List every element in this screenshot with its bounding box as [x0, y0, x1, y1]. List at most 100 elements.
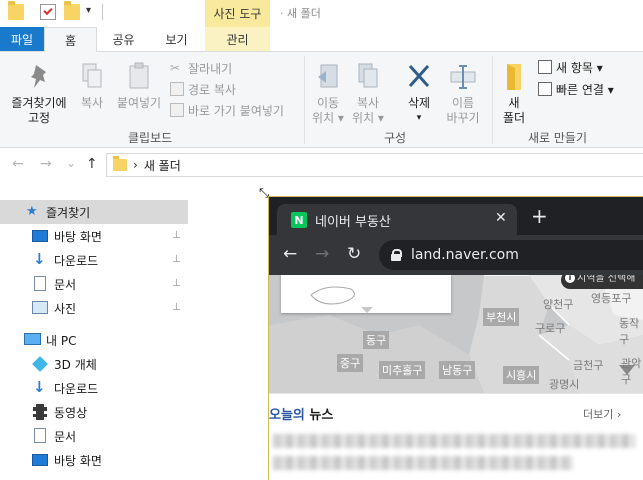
new-folder-button[interactable]: 새 폴더 [498, 62, 530, 126]
move-to-icon [318, 64, 338, 88]
rename-label-1: 이름 [451, 96, 475, 110]
pin-to-quick-access-button[interactable]: 즐겨찾기에 고정 [4, 62, 74, 126]
back-button[interactable]: ← [12, 156, 24, 172]
delete-label: 삭제 [407, 96, 431, 110]
address-bar[interactable]: › 새 폴더 [106, 153, 643, 177]
quick-access-dropdown[interactable]: ▾ [86, 5, 91, 16]
region-map[interactable]: 지역을 선택해 부천시 양천구 영등포구 구로구 동작구 동구 중구 미추홀구 … [269, 275, 643, 393]
omnibox[interactable]: land.naver.com [379, 240, 643, 270]
paste-button[interactable]: 붙여넣기 [112, 62, 166, 111]
map-label[interactable]: 부천시 [483, 308, 520, 326]
tab-file[interactable]: 파일 [0, 27, 44, 51]
map-label[interactable]: 금천구 [573, 357, 603, 373]
new-folder-quick-icon[interactable] [64, 1, 80, 20]
news-title-rest: 뉴스 [304, 408, 334, 423]
new-folder-label-2: 폴더 [502, 111, 526, 125]
tab-view[interactable]: 보기 [150, 27, 203, 51]
sidebar-item-downloads-pc[interactable]: ↓ 다운로드 [0, 376, 188, 400]
news-section: 오늘의 뉴스 더보기 › [269, 393, 643, 480]
copy-button[interactable]: 복사 [74, 62, 110, 111]
paste-shortcut-button[interactable]: 바로 가기 붙여넣기 [170, 101, 284, 119]
tab-home[interactable]: 홈 [44, 27, 97, 52]
pin-icon[interactable]: ⊥ [172, 302, 181, 313]
lock-icon[interactable] [391, 249, 402, 261]
easy-access-label: 빠른 연결 ▾ [556, 82, 614, 97]
chrome-tab-strip: N 네이버 부동산 ✕ + [269, 197, 643, 235]
new-group-label: 새로 만들기 [528, 131, 588, 145]
map-label[interactable]: 미추홀구 [379, 361, 426, 379]
sidebar-item-label: 동영상 [54, 405, 88, 420]
sidebar-item-documents-pc[interactable]: 문서 [0, 424, 188, 448]
sidebar-item-quick-access[interactable]: ★ 즐겨찾기 [0, 200, 188, 224]
delete-arrow: ▾ [416, 113, 422, 123]
map-label[interactable]: 시흥시 [503, 366, 540, 384]
map-label[interactable]: 양천구 [543, 296, 573, 312]
map-label[interactable]: 동구 [363, 331, 390, 349]
tab-manage[interactable]: 관리 [205, 27, 270, 51]
news-title: 오늘의 뉴스 [269, 404, 333, 423]
divider [304, 56, 305, 144]
sidebar-item-desktop[interactable]: 바탕 화면 ⊥ [0, 224, 188, 248]
easy-access-icon [538, 82, 552, 96]
scissors-icon: ✂ [170, 61, 181, 75]
copy-to-button[interactable]: 복사 위치 ▾ [348, 62, 388, 126]
forward-button[interactable]: → [40, 156, 52, 172]
chrome-forward-button[interactable]: → [315, 244, 329, 264]
sidebar-item-videos[interactable]: 동영상 [0, 400, 188, 424]
map-label[interactable]: 관악구 [621, 355, 643, 387]
sidebar-item-this-pc[interactable]: 내 PC [0, 328, 188, 352]
document-icon [34, 276, 46, 291]
tab-share[interactable]: 공유 [97, 27, 150, 51]
map-label[interactable]: 영등포구 [591, 290, 631, 306]
sidebar-item-downloads[interactable]: ↓ 다운로드 ⊥ [0, 248, 188, 272]
chrome-reload-button[interactable]: ↻ [347, 244, 361, 264]
copy-to-label-1: 복사 [356, 96, 380, 110]
address-separator[interactable]: › [133, 158, 138, 172]
chrome-back-button[interactable]: ← [283, 244, 297, 264]
address-path[interactable]: 새 폴더 [144, 157, 181, 174]
sidebar-item-documents[interactable]: 문서 ⊥ [0, 272, 188, 296]
sidebar-item-3d-objects[interactable]: 3D 개체 [0, 352, 188, 376]
map-label[interactable]: 남동구 [439, 361, 476, 379]
map-label[interactable]: 중구 [337, 354, 364, 372]
pin-icon [31, 65, 46, 88]
chrome-tab[interactable]: N 네이버 부동산 ✕ [277, 204, 517, 235]
new-tab-button[interactable]: + [531, 206, 548, 226]
rename-label-2: 바꾸기 [446, 111, 480, 125]
map-card [281, 275, 451, 313]
cube-icon [32, 356, 48, 372]
pin-icon[interactable]: ⊥ [172, 230, 181, 241]
delete-button[interactable]: 삭제 ▾ [398, 62, 440, 126]
map-label[interactable]: 광명시 [549, 376, 579, 392]
sidebar-item-pictures[interactable]: 사진 ⊥ [0, 296, 188, 320]
copy-label: 복사 [80, 96, 104, 110]
omnibox-url[interactable]: land.naver.com [411, 247, 519, 263]
map-label[interactable]: 구로구 [535, 320, 565, 336]
news-more-link[interactable]: 더보기 › [583, 406, 621, 422]
copy-path-button[interactable]: 경로 복사 [170, 80, 236, 98]
navigation-pane: ★ 즐겨찾기 바탕 화면 ⊥ ↓ 다운로드 ⊥ 문서 ⊥ 사진 ⊥ 내 PC 3… [0, 195, 188, 480]
pin-icon[interactable]: ⊥ [172, 278, 181, 289]
cut-button[interactable]: ✂ 잘라내기 [170, 59, 232, 77]
properties-icon[interactable] [40, 4, 56, 20]
divider [492, 56, 493, 144]
download-arrow-icon: ↓ [33, 378, 46, 396]
close-tab-icon[interactable]: ✕ [495, 210, 507, 226]
rename-button[interactable]: 이름 바꾸기 [440, 62, 486, 126]
easy-access-button[interactable]: 빠른 연결 ▾ [538, 80, 614, 98]
up-button[interactable]: ↑ [86, 156, 98, 172]
map-label[interactable]: 동작구 [619, 315, 643, 347]
news-headline-blurred[interactable] [273, 434, 635, 448]
pin-label-2: 고정 [27, 111, 51, 125]
context-tab-header: 사진 도구 [205, 0, 270, 27]
news-headline-blurred[interactable] [273, 456, 573, 470]
move-to-label-2: 위치 ▾ [312, 111, 344, 125]
new-item-button[interactable]: 새 항목 ▾ [538, 58, 603, 76]
chrome-window[interactable]: N 네이버 부동산 ✕ + ← → ↻ land.naver.com i 지역을… [268, 196, 643, 480]
recent-locations-button[interactable]: ⌄ [66, 156, 76, 170]
folder-icon[interactable] [8, 1, 24, 20]
pictures-icon [32, 301, 48, 314]
move-to-button[interactable]: 이동 위치 ▾ [308, 62, 348, 126]
pin-icon[interactable]: ⊥ [172, 254, 181, 265]
sidebar-item-desktop-pc[interactable]: 바탕 화면 [0, 448, 188, 472]
